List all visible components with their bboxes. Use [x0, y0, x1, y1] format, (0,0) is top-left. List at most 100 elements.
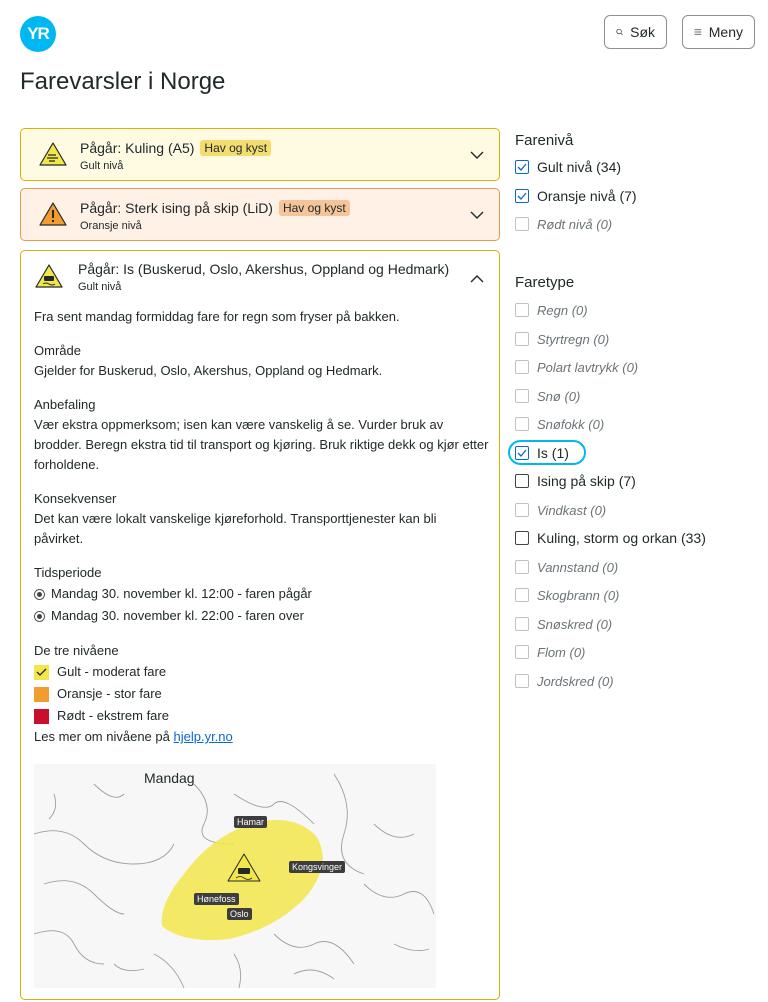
filter-label: Gult nivå (34): [537, 159, 622, 175]
checkbox-empty-icon[interactable]: [515, 303, 529, 317]
level-yellow-text: Gult - moderat fare: [57, 664, 167, 679]
city-label-kongsvinger: Kongsvinger: [289, 861, 346, 873]
filter-label: Rødt nivå (0): [537, 216, 613, 232]
filter-label: Snøfokk (0): [537, 416, 605, 432]
help-link[interactable]: hjelp.yr.no: [173, 729, 232, 744]
filter-type-regn[interactable]: Regn (0): [515, 299, 588, 321]
level-orange-text: Oransje - stor fare: [57, 686, 162, 701]
filter-type-jordskred[interactable]: Jordskred (0): [515, 670, 614, 692]
checkbox-empty-icon[interactable]: [515, 531, 529, 545]
filter-type-snofokk[interactable]: Snøfokk (0): [515, 413, 604, 435]
checkbox-empty-icon[interactable]: [515, 389, 529, 403]
more-info: Les mer om nivåene på hjelp.yr.no: [34, 727, 489, 747]
recommendation-heading: Anbefaling: [34, 397, 96, 412]
yellow-check-swatch-icon: [34, 664, 49, 680]
warning-level: Gult nivå: [80, 160, 124, 172]
checkbox-empty-icon[interactable]: [515, 217, 529, 231]
filter-label: Snøskred (0): [537, 616, 613, 632]
consequences-heading: Konsekvenser: [34, 491, 117, 506]
level-red-text: Rødt - ekstrem fare: [57, 708, 169, 723]
recommendation-text: Vær ekstra oppmerksom; isen kan være van…: [34, 417, 489, 472]
checkbox-empty-icon[interactable]: [515, 332, 529, 346]
filter-type-vannstand[interactable]: Vannstand (0): [515, 556, 618, 578]
checkbox-empty-icon[interactable]: [515, 617, 529, 631]
levels-heading: De tre nivåene: [34, 643, 119, 658]
city-label-honefoss: Hønefoss: [194, 893, 239, 905]
filter-level-yellow[interactable]: Gult nivå (34): [515, 156, 621, 178]
checkbox-empty-icon[interactable]: [515, 503, 529, 517]
slippery-road-warning-icon: [35, 264, 63, 288]
timeline-dot-icon: [34, 588, 45, 600]
map-background: [34, 773, 435, 988]
checkbox-empty-icon[interactable]: [515, 360, 529, 374]
filter-label: Polart lavtrykk (0): [537, 359, 639, 375]
filter-type-polart-lavtrykk[interactable]: Polart lavtrykk (0): [515, 356, 638, 378]
filter-type-skogbrann[interactable]: Skogbrann (0): [515, 584, 619, 606]
orange-swatch-icon: [34, 686, 49, 702]
filter-type-snoskred[interactable]: Snøskred (0): [515, 613, 612, 635]
red-swatch-icon: [34, 708, 49, 724]
period-end-text: Mandag 30. november kl. 22:00 - faren ov…: [51, 608, 304, 623]
page-title: Farevarsler i Norge: [20, 68, 226, 95]
level-red: Rødt - ekstrem fare: [34, 705, 489, 727]
area-tag: Hav og kyst: [278, 200, 350, 216]
warning-title: Pågår: Sterk ising på skip (LiD): [80, 200, 273, 216]
level-yellow: Gult - moderat fare: [34, 661, 489, 683]
search-icon: [616, 28, 623, 36]
filter-label: Flom (0): [537, 644, 586, 660]
filter-type-flom[interactable]: Flom (0): [515, 641, 585, 663]
warning-map[interactable]: Mandag Hamar Kongsvinger Hønefoss Oslo: [34, 764, 436, 988]
filter-label: Ising på skip (7): [537, 473, 636, 489]
checkbox-checked-icon[interactable]: [515, 160, 529, 174]
filter-type-styrtregn[interactable]: Styrtregn (0): [515, 328, 609, 350]
yr-logo[interactable]: YR: [20, 16, 56, 52]
area-heading: Område: [34, 343, 81, 358]
checkbox-checked-icon[interactable]: [515, 189, 529, 203]
warning-card-is[interactable]: Pågår: Is (Buskerud, Oslo, Akershus, Opp…: [20, 250, 500, 1000]
warning-title: Pågår: Kuling (A5): [80, 140, 195, 156]
filter-label: Snø (0): [537, 388, 581, 404]
search-label: Søk: [630, 24, 655, 40]
filter-label: Skogbrann (0): [537, 587, 620, 603]
filter-type-vindkast[interactable]: Vindkast (0): [515, 499, 606, 521]
warning-level: Gult nivå: [78, 281, 122, 293]
checkbox-empty-icon[interactable]: [515, 560, 529, 574]
menu-button[interactable]: Meny: [682, 15, 755, 49]
filter-level-red[interactable]: Rødt nivå (0): [515, 213, 612, 235]
filter-type-sno[interactable]: Snø (0): [515, 385, 580, 407]
warning-level: Oransje nivå: [80, 220, 142, 232]
focus-highlight-ring: [508, 440, 586, 465]
filter-type-kuling[interactable]: Kuling, storm og orkan (33): [515, 527, 706, 549]
checkbox-empty-icon[interactable]: [515, 474, 529, 488]
chevron-down-icon[interactable]: [469, 207, 485, 223]
wind-warning-icon: [39, 142, 67, 166]
period-heading: Tidsperiode: [34, 565, 102, 580]
chevron-up-icon[interactable]: [469, 271, 485, 287]
filter-label: Jordskred (0): [537, 673, 614, 689]
period-start-text: Mandag 30. november kl. 12:00 - faren på…: [51, 586, 312, 601]
checkbox-empty-icon[interactable]: [515, 645, 529, 659]
filter-label: Styrtregn (0): [537, 331, 610, 347]
warning-details: Fra sent mandag formiddag fare for regn …: [34, 307, 489, 747]
checkbox-empty-icon[interactable]: [515, 674, 529, 688]
timeline-dot-icon: [34, 610, 45, 622]
type-filter-heading: Faretype: [515, 274, 575, 291]
chevron-down-icon[interactable]: [469, 147, 485, 163]
filter-label: Vindkast (0): [537, 502, 607, 518]
filter-label: Regn (0): [537, 302, 588, 318]
consequences-text: Det kan være lokalt vanskelige kjøreforh…: [34, 511, 437, 546]
warning-card-ising[interactable]: Pågår: Sterk ising på skip (LiD) Hav og k…: [20, 188, 500, 241]
map-day-label: Mandag: [144, 770, 195, 786]
warning-description: Fra sent mandag formiddag fare for regn …: [34, 309, 400, 324]
level-filter-heading: Farenivå: [515, 132, 574, 149]
period-end: Mandag 30. november kl. 22:00 - faren ov…: [34, 605, 489, 627]
checkbox-empty-icon[interactable]: [515, 588, 529, 602]
filter-level-orange[interactable]: Oransje nivå (7): [515, 185, 637, 207]
period-start: Mandag 30. november kl. 12:00 - faren på…: [34, 583, 489, 605]
search-button[interactable]: Søk: [604, 15, 667, 49]
checkbox-empty-icon[interactable]: [515, 417, 529, 431]
filter-type-ising-pa-skip[interactable]: Ising på skip (7): [515, 470, 636, 492]
warning-card-kuling[interactable]: Pågår: Kuling (A5) Hav og kyst Gult nivå: [20, 128, 500, 181]
more-info-text: Les mer om nivåene på: [34, 729, 170, 744]
menu-label: Meny: [708, 24, 743, 40]
